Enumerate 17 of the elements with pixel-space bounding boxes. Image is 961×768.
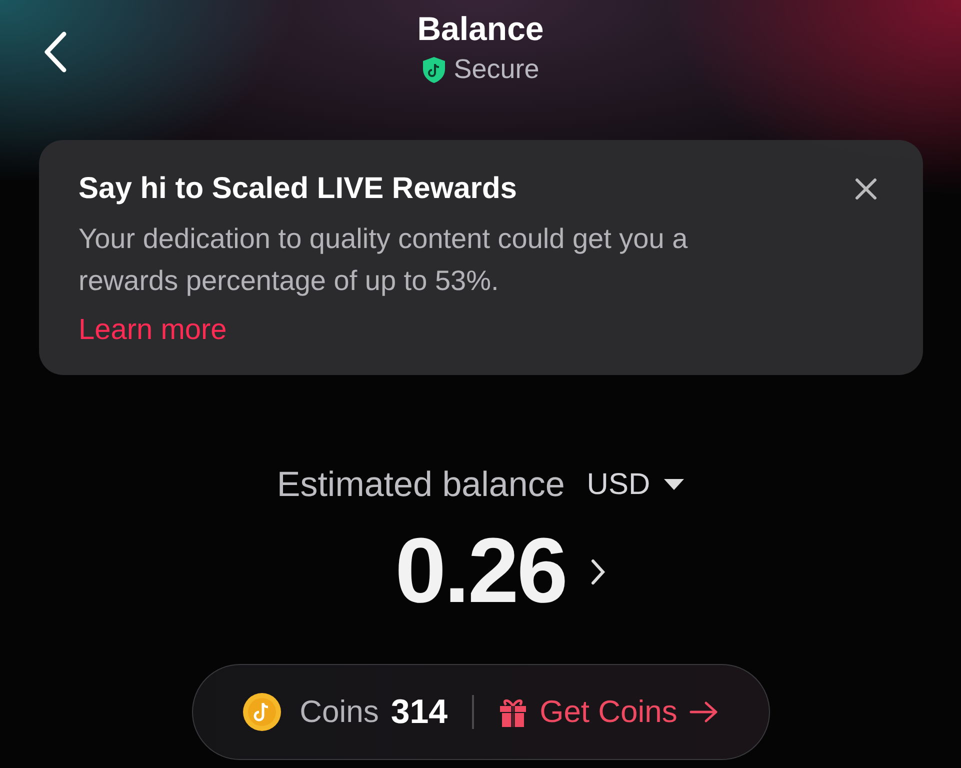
coin-icon — [242, 692, 282, 732]
caret-icon[interactable] — [664, 479, 684, 491]
shield-icon — [422, 56, 446, 84]
currency-dropdown[interactable]: USD — [586, 468, 684, 502]
arrow-right-icon[interactable] — [689, 700, 720, 724]
coins-count: 314 — [390, 692, 448, 732]
chevron-right-icon[interactable] — [590, 558, 606, 586]
coins-label: Coins — [300, 694, 379, 730]
banner-title: Say hi to Scaled LIVE Rewards — [78, 172, 517, 206]
close-button[interactable] — [852, 176, 878, 202]
learn-more-link[interactable]: Learn more — [78, 314, 227, 346]
banner-text: Your dedication to quality content could get you a rewards percentage of up to 53%. — [78, 222, 689, 298]
get-coins-button[interactable]: Get Coins — [498, 694, 720, 730]
secure-label: Secure — [454, 54, 540, 85]
page-title: Balance — [417, 10, 544, 48]
balance-amount: 0.26 — [394, 519, 566, 624]
balance-label: Estimated balance — [276, 465, 565, 505]
